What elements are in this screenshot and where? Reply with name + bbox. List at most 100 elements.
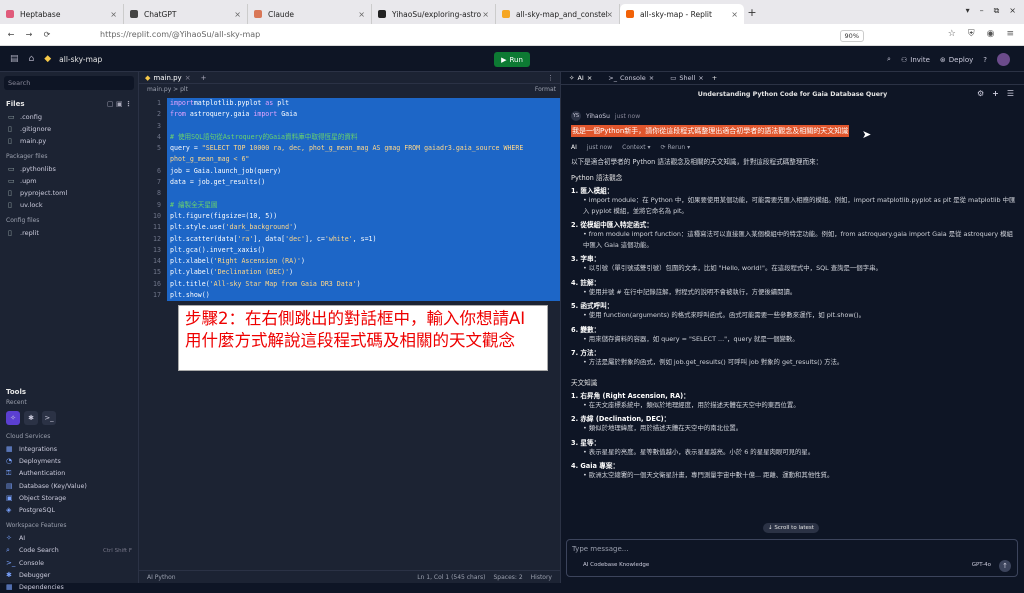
new-tab-icon[interactable]: + <box>744 6 760 19</box>
code-line[interactable]: 17 plt.show() <box>139 290 560 302</box>
account-icon[interactable]: ◉ <box>987 29 995 39</box>
shell-tool-icon[interactable]: >_ <box>42 411 56 425</box>
tool-item[interactable]: ⚿ Authentication <box>0 467 138 480</box>
close-tab-icon[interactable]: × <box>731 10 738 19</box>
browser-tab[interactable]: YihaoSu/exploring-astro × <box>372 4 496 24</box>
bookmark-icon[interactable]: ☆ <box>948 29 956 39</box>
code-line[interactable]: 8 <box>139 188 560 200</box>
ai-tool-icon[interactable]: ✧ <box>6 411 20 425</box>
menu-icon[interactable]: ≡ <box>1006 29 1014 39</box>
close-tab-icon[interactable]: × <box>606 10 613 19</box>
file-item[interactable]: ▯ pyproject.toml <box>0 187 138 199</box>
code-line[interactable]: 2 from astroquery.gaia import Gaia <box>139 109 560 121</box>
code-line[interactable]: 5 query = "SELECT TOP 10000 ra, dec, phot… <box>139 143 560 155</box>
editor-menu-icon[interactable]: ⋮ <box>547 74 554 82</box>
browser-tab[interactable]: all-sky-map - Replit × <box>620 4 744 24</box>
close-icon[interactable]: × <box>649 74 654 82</box>
maximize-icon[interactable]: ⧉ <box>994 6 1000 16</box>
search-input[interactable]: Search <box>4 76 134 90</box>
code-line[interactable]: 14 plt.xlabel('Right Ascension (RA)') <box>139 256 560 268</box>
tool-item[interactable]: ◔ Deployments <box>0 455 138 467</box>
file-item[interactable]: ▯ .replit <box>0 227 138 239</box>
code-line[interactable]: 11 plt.style.use('dark_background') <box>139 222 560 234</box>
run-button[interactable]: ▶ Run <box>494 52 530 67</box>
breadcrumb[interactable]: main.py > plt <box>139 84 560 94</box>
tools-header[interactable]: Tools <box>0 382 138 399</box>
history-icon[interactable]: ☰ <box>1007 89 1014 98</box>
format-button[interactable]: Format <box>535 86 556 93</box>
back-icon[interactable]: ← <box>4 30 18 39</box>
debugger-tool-icon[interactable]: ✱ <box>24 411 38 425</box>
tool-item[interactable]: ✱ Debugger <box>0 569 138 581</box>
shield-icon[interactable]: ⛨ <box>968 29 975 39</box>
model-selector[interactable]: GPT-4o <box>972 562 991 568</box>
tool-item[interactable]: ▦ Integrations <box>0 443 138 455</box>
close-icon[interactable]: × <box>698 74 703 82</box>
code-line[interactable]: 13 plt.gca().invert_xaxis() <box>139 244 560 257</box>
file-item[interactable]: ▯ uv.lock <box>0 199 138 211</box>
code-line[interactable]: 16 plt.title('All-sky Star Map from Gaia … <box>139 278 560 291</box>
add-tab-icon[interactable]: + <box>712 74 717 82</box>
file-item[interactable]: ▯ .gitignore <box>0 123 138 135</box>
file-item[interactable]: ▭ .upm <box>0 175 138 187</box>
close-tab-icon[interactable]: × <box>482 10 489 19</box>
url-input[interactable]: https://replit.com/@YihaoSu/all-sky-map <box>100 30 260 39</box>
search-icon[interactable]: ⌕ <box>887 55 891 64</box>
close-tab-icon[interactable]: × <box>358 10 365 19</box>
status-language[interactable]: AI Python <box>147 574 176 581</box>
close-tab-icon[interactable]: × <box>110 10 117 19</box>
indent-setting[interactable]: Spaces: 2 <box>493 574 522 581</box>
tab-list-icon[interactable]: ▾ <box>966 6 970 16</box>
code-line[interactable]: phot_g_mean_mag < 6" <box>139 154 560 166</box>
send-icon[interactable]: ↑ <box>999 560 1011 572</box>
code-line[interactable]: 3 <box>139 120 560 132</box>
home-icon[interactable]: ⌂ <box>29 54 35 64</box>
tab-ai[interactable]: ✧ AI × <box>561 74 600 82</box>
code-line[interactable]: 12 plt.scatter(data['ra'], data['dec'], c… <box>139 233 560 245</box>
help-icon[interactable]: ? <box>983 56 987 64</box>
code-line[interactable]: 10 plt.figure(figsize=(10, 5)) <box>139 210 560 223</box>
browser-tab[interactable]: Claude × <box>248 4 372 24</box>
cursor-position[interactable]: Ln 1, Col 1 (545 chars) <box>417 574 485 581</box>
browser-tab[interactable]: all-sky-map_and_constel × <box>496 4 620 24</box>
code-line[interactable]: 6 job = Gaia.launch_job(query) <box>139 165 560 178</box>
code-line[interactable]: 7 data = job.get_results() <box>139 177 560 189</box>
code-area[interactable]: 1 importmatplotlib.pyplot as plt 2 from ast… <box>139 98 560 302</box>
avatar[interactable] <box>997 53 1010 66</box>
close-tab-icon[interactable]: × <box>234 10 241 19</box>
minimize-icon[interactable]: – <box>980 6 984 16</box>
tool-item[interactable]: ◈ PostgreSQL <box>0 504 138 516</box>
codebase-knowledge-toggle[interactable]: AI Codebase Knowledge <box>583 562 649 568</box>
close-icon[interactable]: × <box>185 74 191 82</box>
browser-tab[interactable]: ChatGPT × <box>124 4 248 24</box>
code-line[interactable]: 4 # 使用SQL語句從Astroquery的Gaia資料庫中取得恆星的資料 <box>139 131 560 144</box>
code-line[interactable]: 9 # 繪製全天星圖 <box>139 199 560 211</box>
tab-shell[interactable]: ▭ Shell × <box>662 74 711 82</box>
forward-icon[interactable]: → <box>22 30 36 39</box>
tool-item[interactable]: ⌕ Code Search Ctrl Shift F <box>0 544 138 557</box>
file-item[interactable]: ▭ .pythonlibs <box>0 163 138 175</box>
code-line[interactable]: 15 plt.ylabel('Declination (DEC)') <box>139 267 560 279</box>
code-line[interactable]: 1 importmatplotlib.pyplot as plt <box>139 98 560 110</box>
tool-item[interactable]: ▣ Object Storage <box>0 492 138 504</box>
repl-name[interactable]: all-sky-map <box>59 55 102 64</box>
close-icon[interactable]: × <box>587 74 592 82</box>
file-item[interactable]: ▯ main.py <box>0 135 138 147</box>
deploy-button[interactable]: ⊛ Deploy <box>940 56 973 64</box>
sidebar-toggle-icon[interactable]: ▤ <box>10 54 19 64</box>
tool-item[interactable]: ✧ AI <box>0 532 138 544</box>
tab-main-py[interactable]: ◆ main.py × <box>139 74 197 82</box>
close-window-icon[interactable]: × <box>1009 6 1016 16</box>
tool-item[interactable]: >_ Console <box>0 557 138 569</box>
rerun-button[interactable]: ⟳ Rerun ▾ <box>661 144 691 151</box>
invite-button[interactable]: ⚇ Invite <box>901 56 930 64</box>
settings-icon[interactable]: ⚙ <box>977 89 984 98</box>
new-chat-icon[interactable]: + <box>992 89 999 98</box>
browser-tab[interactable]: Heptabase × <box>0 4 124 24</box>
context-button[interactable]: Context ▾ <box>622 144 650 151</box>
file-item[interactable]: ▭ .config <box>0 111 138 123</box>
add-tab-icon[interactable]: + <box>201 74 207 82</box>
chat-input[interactable]: Type message... AI Codebase Knowledge GP… <box>566 539 1018 577</box>
reload-icon[interactable]: ⟳ <box>40 30 54 39</box>
zoom-level[interactable]: 90% <box>839 30 864 42</box>
